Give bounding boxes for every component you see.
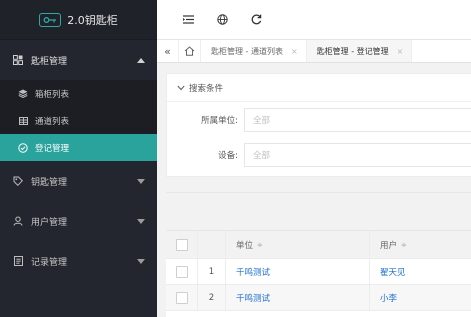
user-link[interactable]: 小李 xyxy=(380,292,397,304)
search-panel-title: 搜索条件 xyxy=(189,83,224,94)
select-all-cell xyxy=(166,231,198,258)
sidebar-item-cabinet-list[interactable]: 箱柜列表 xyxy=(0,80,157,107)
row-index: 1 xyxy=(198,259,226,284)
user-icon xyxy=(12,216,24,226)
menu-toggle-icon[interactable] xyxy=(171,10,205,30)
sidebar-group-label: 用户管理 xyxy=(31,217,68,228)
layers-icon xyxy=(18,89,28,98)
sidebar-group-records[interactable]: 记录管理 xyxy=(0,241,157,281)
column-header-label: 单位 xyxy=(236,240,254,251)
sidebar-item-label: 登记管理 xyxy=(35,143,70,154)
sidebar-group-label: 记录管理 xyxy=(31,257,68,268)
sidebar: 2.0钥匙柜 匙柜管理 箱柜列表 通道列表 登记管理 钥匙管理 用户管理 记录管… xyxy=(0,0,157,317)
select-all-checkbox[interactable] xyxy=(175,238,188,251)
table-row[interactable]: 1 千鸣测试 翟天见 xyxy=(166,259,471,285)
row-checkbox-cell xyxy=(166,259,198,284)
row-index: 2 xyxy=(198,285,226,310)
table-icon xyxy=(18,116,28,125)
sidebar-group-cabinet[interactable]: 匙柜管理 xyxy=(0,40,157,80)
column-header-unit[interactable]: 单位 ≑ xyxy=(226,231,370,258)
index-header xyxy=(198,231,226,258)
tabs-scroll-left-icon[interactable]: « xyxy=(157,40,179,62)
sidebar-item-label: 通道列表 xyxy=(35,116,70,127)
app-title: 2.0钥匙柜 xyxy=(67,13,118,27)
device-select-placeholder: 全部 xyxy=(253,150,271,161)
close-icon[interactable]: × xyxy=(291,47,298,56)
sidebar-group-keys[interactable]: 钥匙管理 xyxy=(0,161,157,201)
column-header-user[interactable]: 用户 ≑ xyxy=(370,231,471,258)
check-circle-icon xyxy=(18,142,28,153)
tab-label: 匙柜管理 - 登记管理 xyxy=(316,46,389,56)
sidebar-group-label: 匙柜管理 xyxy=(31,56,68,67)
search-panel: 搜索条件 所属单位: 全部 设备: 全部 xyxy=(166,73,471,177)
row-checkbox[interactable] xyxy=(175,265,188,278)
sort-icon[interactable]: ≑ xyxy=(401,241,407,249)
tag-icon xyxy=(12,176,24,186)
home-icon[interactable] xyxy=(179,40,201,62)
sort-icon[interactable]: ≑ xyxy=(257,241,263,249)
unit-field-label: 所属单位: xyxy=(201,115,239,126)
sidebar-item-label: 箱柜列表 xyxy=(35,89,70,100)
user-link[interactable]: 翟天见 xyxy=(380,266,406,278)
search-field-unit: 所属单位: 全部 xyxy=(167,102,471,137)
globe-icon[interactable] xyxy=(205,10,239,30)
table-header-row: 单位 ≑ 用户 ≑ xyxy=(166,231,471,259)
caret-down-icon xyxy=(137,178,145,184)
document-icon xyxy=(12,256,24,266)
row-checkbox[interactable] xyxy=(175,291,188,304)
tab-channel-list[interactable]: 匙柜管理 - 通道列表 × xyxy=(201,40,307,62)
caret-down-icon xyxy=(137,218,145,224)
search-field-device: 设备: 全部 xyxy=(167,137,471,172)
sidebar-item-registration[interactable]: 登记管理 xyxy=(0,134,157,161)
caret-down-icon xyxy=(137,258,145,264)
close-icon[interactable]: × xyxy=(397,47,404,56)
search-panel-header[interactable]: 搜索条件 xyxy=(167,74,471,102)
sidebar-group-users[interactable]: 用户管理 xyxy=(0,201,157,241)
grid-icon xyxy=(12,55,24,65)
unit-cell: 千鸣测试 xyxy=(226,259,370,284)
unit-link[interactable]: 千鸣测试 xyxy=(236,292,270,304)
unit-link[interactable]: 千鸣测试 xyxy=(236,266,270,278)
user-cell: 翟天见 xyxy=(370,259,471,284)
tab-registration[interactable]: 匙柜管理 - 登记管理 × xyxy=(306,40,413,62)
unit-select-placeholder: 全部 xyxy=(253,115,271,126)
top-header xyxy=(157,0,471,40)
tabs-bar: « 匙柜管理 - 通道列表 × 匙柜管理 - 登记管理 × xyxy=(157,40,471,63)
app-logo-bar[interactable]: 2.0钥匙柜 xyxy=(0,0,157,40)
row-checkbox-cell xyxy=(166,285,198,310)
column-header-label: 用户 xyxy=(380,240,398,251)
refresh-icon[interactable] xyxy=(239,10,273,30)
unit-select[interactable]: 全部 xyxy=(244,107,471,132)
device-field-label: 设备: xyxy=(218,150,239,161)
user-cell: 小李 xyxy=(370,285,471,310)
table-toolbar xyxy=(166,193,471,231)
data-table: 单位 ≑ 用户 ≑ 1 千鸣测试 翟天见 2 千鸣测试 小李 xyxy=(166,192,471,317)
sub-menu-cabinet: 箱柜列表 通道列表 登记管理 xyxy=(0,80,157,161)
tab-label: 匙柜管理 - 通道列表 xyxy=(211,46,283,56)
device-select[interactable]: 全部 xyxy=(244,142,471,167)
sidebar-group-label: 钥匙管理 xyxy=(31,177,68,188)
key-cabinet-logo-icon xyxy=(39,12,62,27)
unit-cell: 千鸣测试 xyxy=(226,285,370,310)
sidebar-item-channel-list[interactable]: 通道列表 xyxy=(0,107,157,134)
chevron-down-icon xyxy=(177,85,185,91)
caret-up-icon xyxy=(137,57,145,63)
table-row[interactable]: 2 千鸣测试 小李 xyxy=(166,285,471,311)
